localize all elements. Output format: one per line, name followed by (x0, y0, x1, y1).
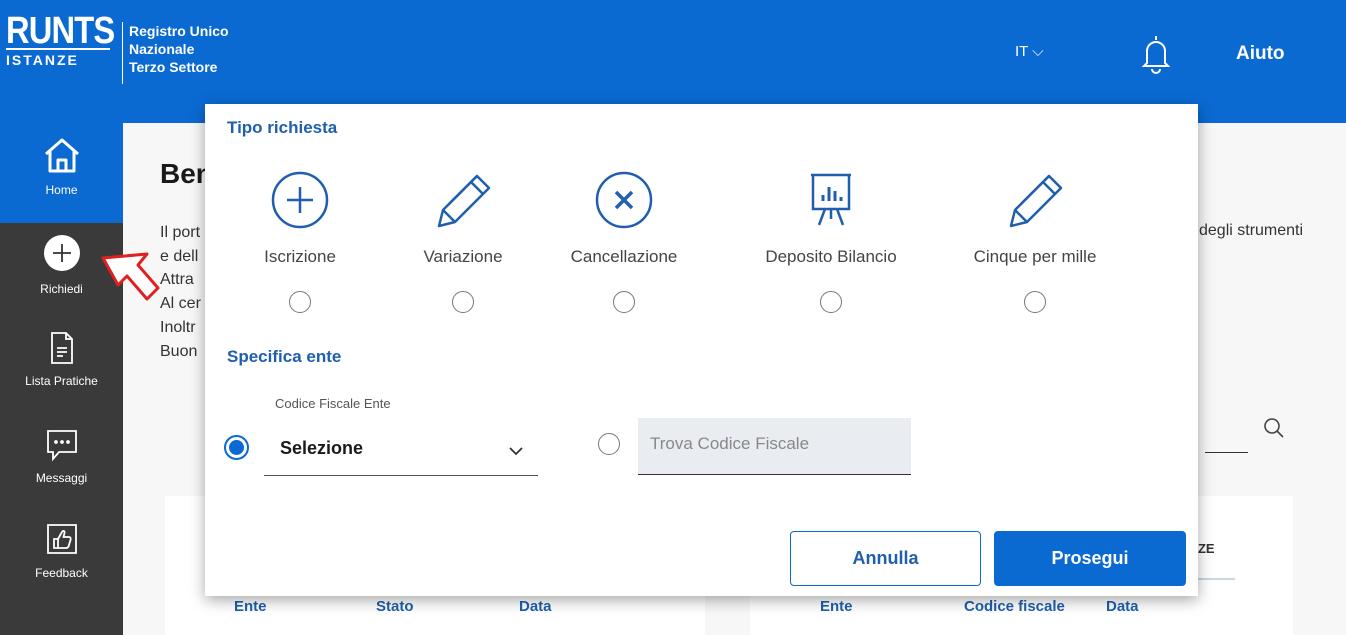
codice-fiscale-select[interactable]: Selezione (264, 425, 538, 476)
radio-selezione[interactable] (224, 435, 249, 460)
intro-text-line: e dell (160, 248, 199, 265)
thumbs-up-icon (46, 523, 78, 560)
option-deposito-bilancio[interactable]: Deposito Bilancio (741, 165, 921, 313)
option-radio[interactable] (820, 291, 842, 313)
table-header: Ente (234, 598, 267, 615)
sidebar: Home Richiedi Lista Pratiche Messaggi Fe… (0, 123, 123, 635)
chevron-down-icon (508, 443, 524, 461)
table-header: Data (519, 598, 552, 615)
home-icon (42, 136, 82, 177)
mouse-cursor-icon (100, 250, 162, 313)
chart-board-icon (741, 165, 921, 235)
annulla-button[interactable]: Annulla (790, 531, 981, 586)
option-iscrizione[interactable]: Iscrizione (210, 165, 390, 313)
help-link[interactable]: Aiuto (1236, 43, 1285, 65)
sidebar-label: Feedback (35, 566, 88, 580)
bell-icon[interactable] (1141, 33, 1171, 80)
option-radio[interactable] (1024, 291, 1046, 313)
sidebar-label: Home (45, 183, 78, 197)
language-selector[interactable]: IT ⌵ (1015, 43, 1044, 60)
table-header: Codice fiscale (964, 598, 1065, 615)
search-icon[interactable] (1262, 416, 1286, 445)
sidebar-item-lista-pratiche[interactable]: Lista Pratiche (0, 331, 123, 388)
table-header: Stato (376, 598, 414, 615)
runts-logo[interactable]: RUNTS ISTANZE (6, 12, 132, 68)
registry-line: Terzo Settore (129, 59, 218, 75)
document-icon (50, 331, 74, 368)
plus-circle-icon (210, 165, 390, 235)
plus-icon (42, 233, 82, 276)
select-value: Selezione (280, 438, 364, 458)
option-label: Iscrizione (264, 247, 336, 266)
sidebar-item-home[interactable]: Home (0, 123, 123, 223)
intro-text-right: degli strumenti (1199, 222, 1304, 239)
intro-text-line: Il port (160, 224, 201, 241)
table-header: Ente (820, 598, 853, 615)
option-label: Deposito Bilancio (765, 247, 897, 266)
logo-text: RUNTS (6, 10, 115, 52)
registry-line: Nazionale (129, 41, 195, 57)
option-label: Cinque per mille (973, 247, 1097, 266)
input-placeholder: Trova Codice Fiscale (650, 434, 810, 453)
sidebar-label: Richiedi (40, 282, 83, 296)
intro-text-line: Buon (160, 343, 198, 360)
option-label: Cancellazione (570, 247, 678, 266)
table-header: Data (1106, 598, 1139, 615)
registry-name: Registro Unico Nazionale Terzo Settore (129, 22, 229, 76)
option-radio[interactable] (452, 291, 474, 313)
option-radio[interactable] (289, 291, 311, 313)
prosegui-button[interactable]: Prosegui (994, 531, 1186, 586)
intro-text-line: Al cer (160, 295, 201, 312)
pencil-icon (373, 165, 553, 235)
radio-trova[interactable] (598, 433, 620, 455)
option-variazione[interactable]: Variazione (373, 165, 553, 313)
sidebar-label: Messaggi (35, 471, 88, 485)
option-radio[interactable] (613, 291, 635, 313)
pencil-icon (945, 165, 1125, 235)
logo-divider (122, 22, 123, 84)
option-cancellazione[interactable]: Cancellazione (534, 165, 714, 313)
x-circle-icon (534, 165, 714, 235)
registry-line: Registro Unico (129, 23, 229, 39)
option-label: Variazione (423, 247, 503, 266)
sidebar-item-feedback[interactable]: Feedback (0, 523, 123, 580)
sidebar-label: Lista Pratiche (25, 374, 98, 388)
intro-text-line: Inoltr (160, 319, 196, 336)
section-title-tipo: Tipo richiesta (227, 118, 338, 137)
chat-icon (45, 428, 79, 465)
search-underline (1205, 452, 1248, 453)
trova-codice-fiscale-input[interactable]: Trova Codice Fiscale (638, 418, 911, 475)
option-cinque-per-mille[interactable]: Cinque per mille (945, 165, 1125, 313)
section-title-specifica: Specifica ente (227, 347, 342, 366)
codice-fiscale-label: Codice Fiscale Ente (275, 396, 391, 411)
sidebar-item-messaggi[interactable]: Messaggi (0, 428, 123, 485)
intro-text-line: Attra (160, 271, 194, 288)
